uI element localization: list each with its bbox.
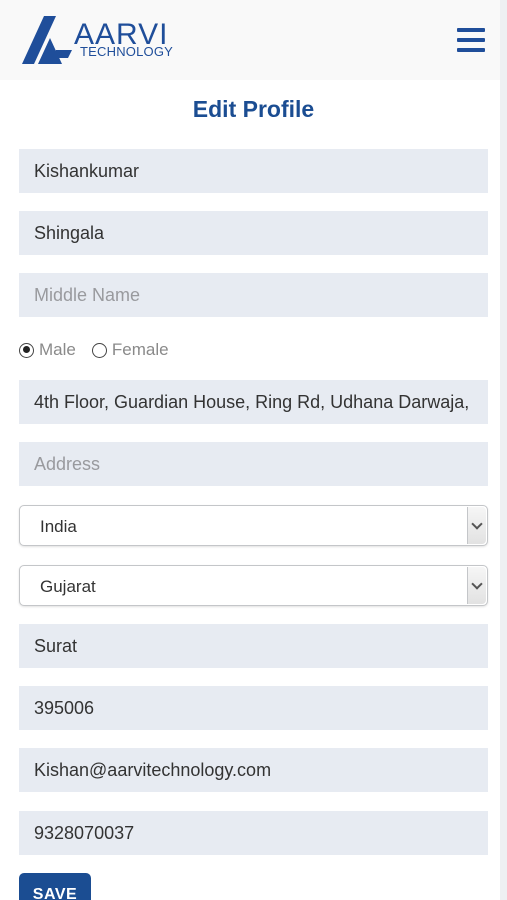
- gender-radio-group: Male Female: [19, 340, 185, 360]
- last-name-input[interactable]: [19, 211, 488, 255]
- aarvi-logo[interactable]: AARVI TECHNOLOGY: [22, 14, 202, 66]
- city-input[interactable]: [19, 624, 488, 668]
- page-title: Edit Profile: [192, 96, 315, 122]
- male-label: Male: [39, 340, 76, 359]
- gender-female-option[interactable]: Female: [91, 340, 169, 360]
- state-select[interactable]: Gujarat: [19, 565, 488, 606]
- state-selected-value: Gujarat: [40, 577, 96, 596]
- female-radio-button[interactable]: [91, 342, 107, 358]
- country-selected-value: India: [40, 517, 77, 536]
- female-label: Female: [111, 340, 169, 359]
- logo-mark-icon: AARVI TECHNOLOGY: [22, 16, 173, 64]
- address-line2-input[interactable]: [19, 442, 488, 486]
- male-radio-button[interactable]: [19, 342, 34, 358]
- chevron-down-icon[interactable]: [467, 567, 486, 604]
- email-input[interactable]: [19, 748, 488, 792]
- save-button[interactable]: SAVE: [19, 873, 91, 900]
- gender-male-option[interactable]: Male: [19, 340, 76, 360]
- scrollbar-track[interactable]: [500, 0, 507, 900]
- first-name-input[interactable]: [19, 149, 488, 193]
- address-line1-input[interactable]: [19, 380, 488, 424]
- country-select[interactable]: India: [19, 505, 488, 546]
- page: AARVI TECHNOLOGY Edit Profile Male Femal…: [0, 0, 500, 900]
- app-header: AARVI TECHNOLOGY: [0, 0, 500, 80]
- pincode-input[interactable]: [19, 686, 488, 730]
- chevron-down-icon[interactable]: [467, 507, 486, 544]
- middle-name-input[interactable]: [19, 273, 488, 317]
- logo-subtitle: TECHNOLOGY: [80, 44, 173, 59]
- hamburger-menu-icon[interactable]: [456, 27, 486, 53]
- phone-input[interactable]: [19, 811, 488, 855]
